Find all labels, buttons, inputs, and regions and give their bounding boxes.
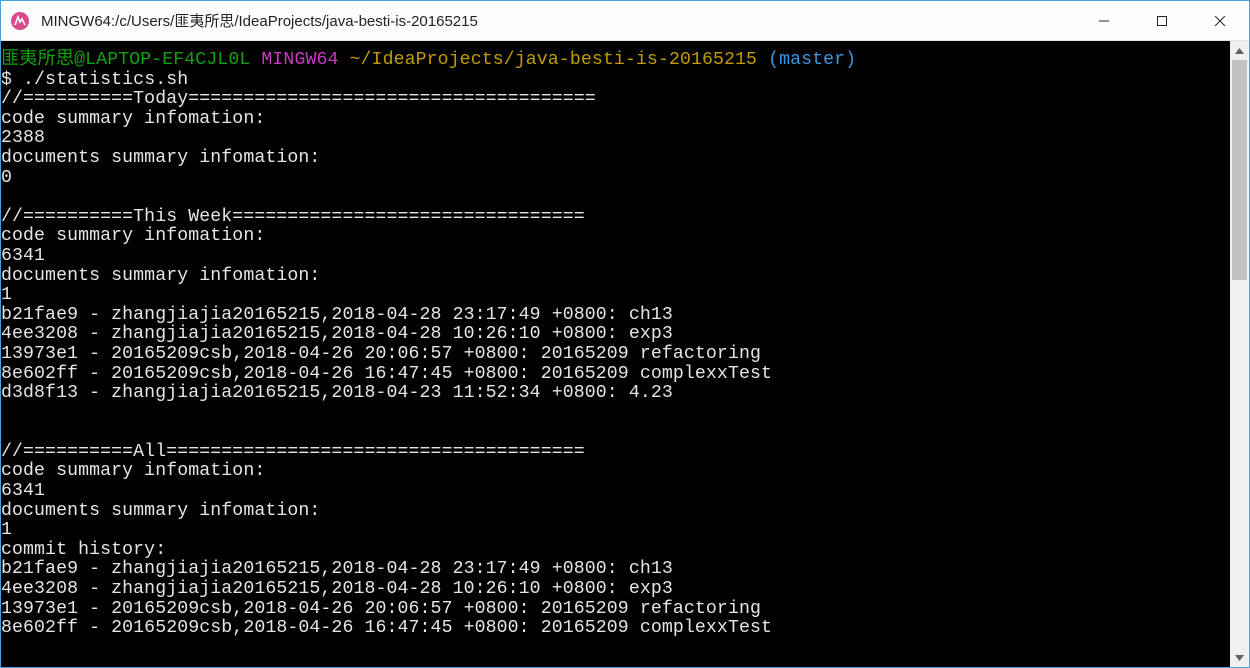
out-line: commit history: — [1, 540, 166, 560]
out-line: 8e602ff - 20165209csb,2018-04-26 16:47:4… — [1, 618, 772, 638]
scroll-down-arrow-icon[interactable] — [1230, 648, 1249, 667]
out-line: 4ee3208 - zhangjiajia20165215,2018-04-28… — [1, 324, 673, 344]
out-line: code summary infomation: — [1, 226, 265, 246]
out-line: //==========Today=======================… — [1, 89, 596, 109]
titlebar[interactable]: MINGW64:/c/Users/匪夷所思/IdeaProjects/java-… — [1, 1, 1249, 41]
out-line: 1 — [1, 520, 12, 540]
scrollbar-vertical[interactable] — [1230, 41, 1249, 667]
out-line: d3d8f13 - zhangjiajia20165215,2018-04-23… — [1, 383, 673, 403]
out-line: 1 — [1, 285, 12, 305]
out-line: 6341 — [1, 246, 45, 266]
window-controls — [1075, 1, 1249, 40]
out-line: documents summary infomation: — [1, 501, 320, 521]
terminal-area: 匪夷所思@LAPTOP-EF4CJL0L MINGW64 ~/IdeaProje… — [1, 41, 1249, 667]
out-line: //==========This Week===================… — [1, 207, 585, 227]
command-text: ./statistics.sh — [23, 70, 188, 90]
scroll-thumb[interactable] — [1232, 60, 1247, 280]
out-line: 13973e1 - 20165209csb,2018-04-26 20:06:5… — [1, 344, 761, 364]
out-line: 8e602ff - 20165209csb,2018-04-26 16:47:4… — [1, 364, 772, 384]
out-line: b21fae9 - zhangjiajia20165215,2018-04-28… — [1, 305, 673, 325]
prompt-path: ~/IdeaProjects/java-besti-is-20165215 — [350, 50, 758, 70]
prompt-user-host: 匪夷所思@LAPTOP-EF4CJL0L — [1, 50, 250, 70]
window-frame: MINGW64:/c/Users/匪夷所思/IdeaProjects/java-… — [0, 0, 1250, 668]
out-line: 6341 — [1, 481, 45, 501]
prompt-shell: MINGW64 — [261, 50, 338, 70]
app-icon — [9, 10, 31, 32]
maximize-button[interactable] — [1133, 1, 1191, 40]
out-line: code summary infomation: — [1, 109, 265, 129]
minimize-button[interactable] — [1075, 1, 1133, 40]
out-line: b21fae9 - zhangjiajia20165215,2018-04-28… — [1, 559, 673, 579]
window-title: MINGW64:/c/Users/匪夷所思/IdeaProjects/java-… — [41, 10, 1075, 31]
out-line: 0 — [1, 168, 12, 188]
prompt-branch: (master) — [768, 50, 856, 70]
out-line: 2388 — [1, 128, 45, 148]
out-line: 13973e1 - 20165209csb,2018-04-26 20:06:5… — [1, 599, 761, 619]
scroll-up-arrow-icon[interactable] — [1230, 41, 1249, 60]
terminal-output[interactable]: 匪夷所思@LAPTOP-EF4CJL0L MINGW64 ~/IdeaProje… — [1, 41, 1230, 667]
out-line: code summary infomation: — [1, 461, 265, 481]
out-line: //==========All=========================… — [1, 442, 585, 462]
out-line: 4ee3208 - zhangjiajia20165215,2018-04-28… — [1, 579, 673, 599]
out-line: documents summary infomation: — [1, 148, 320, 168]
out-line: documents summary infomation: — [1, 266, 320, 286]
prompt-symbol: $ — [1, 70, 23, 90]
close-button[interactable] — [1191, 1, 1249, 40]
